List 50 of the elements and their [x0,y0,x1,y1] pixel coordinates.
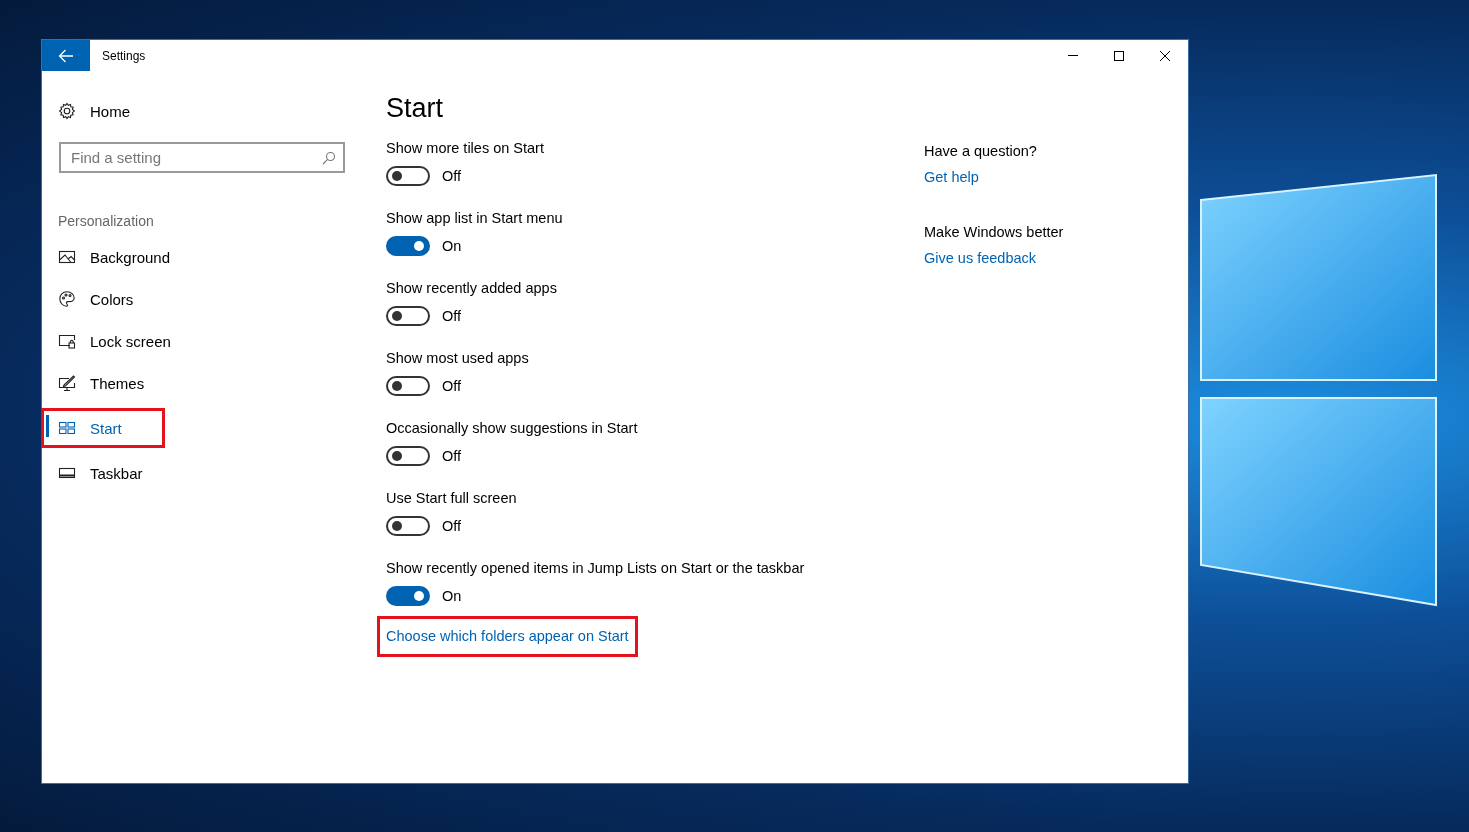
toggle-state-label: On [442,238,462,254]
help-link[interactable]: Give us feedback [924,250,1037,266]
toggle-state-label: On [442,588,462,604]
setting-label: Occasionally show suggestions in Start [386,420,639,436]
toggle-switch[interactable] [386,586,430,606]
back-arrow-icon [58,48,74,63]
toggle-switch[interactable] [386,376,430,396]
page-title: Start [386,93,445,124]
nav-item[interactable]: Start [41,408,165,448]
folders-link[interactable]: Choose which folders appear on Start [377,616,638,657]
setting-label: Show most used apps [386,350,530,366]
nav-item[interactable]: Taskbar [41,456,159,490]
nav-item[interactable]: Themes [41,366,159,400]
setting-label: Use Start full screen [386,490,518,506]
close-icon [1159,49,1171,62]
minimize-icon [1068,55,1078,56]
help-heading: Have a question? [924,143,1038,159]
toggle-switch[interactable] [386,166,430,186]
setting-label: Show more tiles on Start [386,140,545,156]
toggle-state-label: Off [442,378,462,394]
home-label: Home [90,102,130,120]
nav-item[interactable]: Lock screen [41,324,174,358]
help-heading: Make Windows better [924,224,1065,240]
tiles-icon [58,419,76,437]
setting-label: Show recently added apps [386,280,558,296]
toggle-state-label: Off [442,308,462,324]
setting-label: Show recently opened items in Jump Lists on Start or the taskbar [386,560,806,576]
setting-label: Show app list in Start menu [386,210,564,226]
toggle-switch[interactable] [386,236,430,256]
settings-icon [58,102,76,120]
picture-icon [58,248,76,266]
maximize-icon [1113,49,1125,62]
search-field[interactable]: Find a setting [59,142,345,173]
nav-item[interactable]: Colors [41,282,159,316]
toggle-state-label: Off [442,518,462,534]
palette-icon [58,290,76,308]
toggle-state-label: Off [442,168,462,184]
back-button[interactable] [42,40,90,71]
nav-item[interactable]: Background [41,240,174,274]
window-title: Settings [102,48,147,63]
toggle-state-label: Off [442,448,462,464]
lock-screen-icon [58,332,76,350]
help-link[interactable]: Get help [924,169,979,185]
search-icon [322,151,336,165]
home-nav-item[interactable]: Home [58,99,362,123]
toggle-switch[interactable] [386,446,430,466]
toggle-switch[interactable] [386,516,430,536]
toggle-switch[interactable] [386,306,430,326]
section-heading: Personalization [58,213,155,229]
themes-icon [58,374,76,392]
